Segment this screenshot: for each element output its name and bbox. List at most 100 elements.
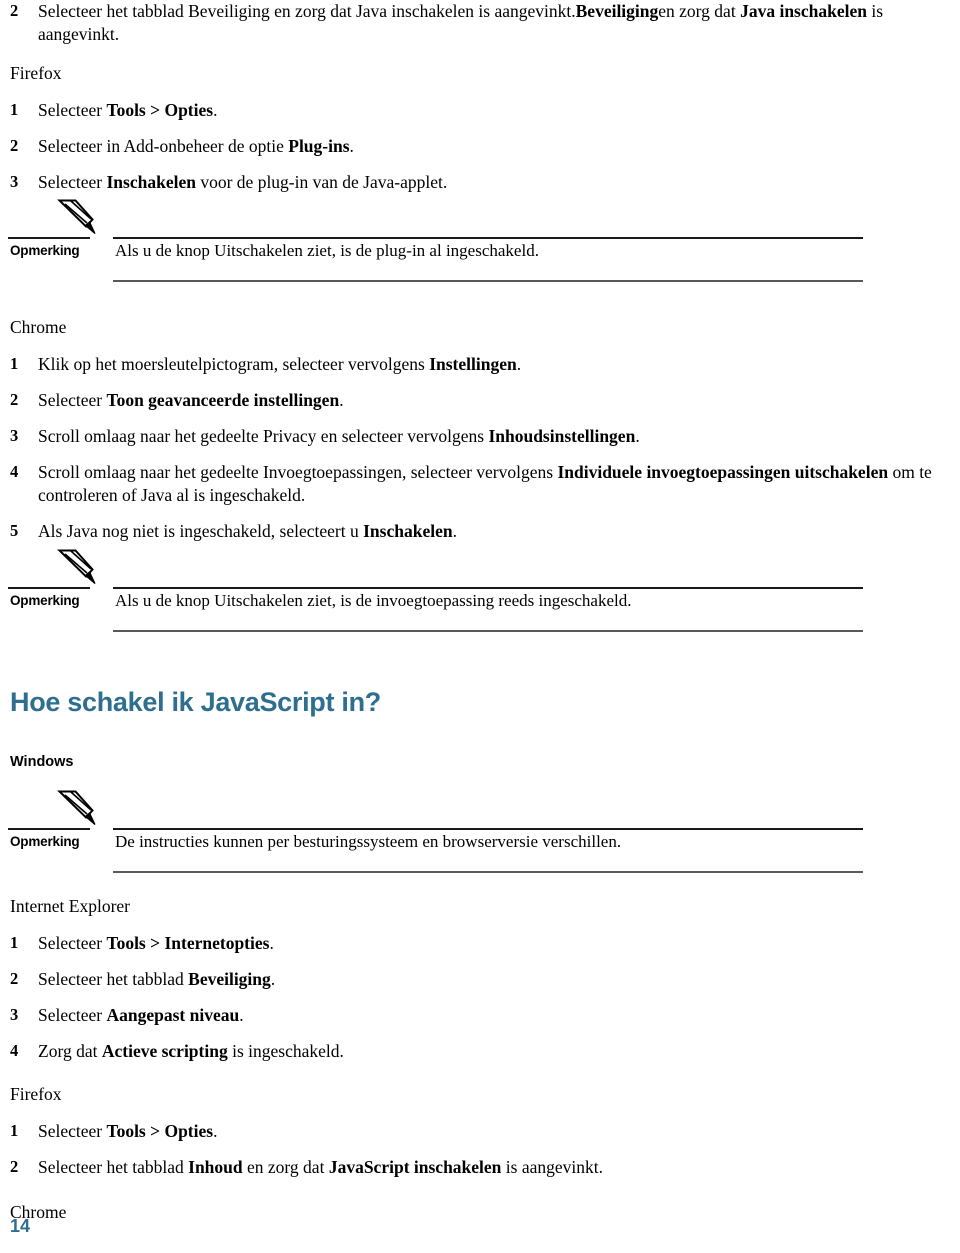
step-text-plain: Selecteer <box>38 99 107 120</box>
list-item: 3 Selecteer Inschakelen voor de plug-in … <box>8 171 950 194</box>
list-item: 1 Klik op het moersleutelpictogram, sele… <box>8 353 950 376</box>
step-text-bold: Tools > Opties <box>106 99 214 120</box>
note-label: Opmerking <box>10 243 80 259</box>
note-rule-bottom <box>113 280 863 283</box>
note-rule-bottom <box>113 629 863 632</box>
step-text-plain-2: . <box>213 99 218 120</box>
step-text-bold: Beveiliging <box>575 1 659 21</box>
step-text-plain-2: . <box>270 969 276 990</box>
list-item-number: 1 <box>10 933 19 953</box>
list-item-number: 1 <box>10 99 19 119</box>
step-text-bold: Aangepast niveau <box>106 1005 240 1026</box>
step-text-plain-2: . <box>452 521 457 542</box>
note-label-rule <box>8 828 90 831</box>
list-item-text: Selecteer het tabblad Beveiliging. <box>38 969 275 989</box>
note-rule-bottom <box>113 871 863 874</box>
list-item-text: Zorg dat Actieve scripting is ingeschake… <box>38 1041 344 1061</box>
list-item-text: Selecteer Tools > Opties. <box>38 100 217 120</box>
list-item-number: 2 <box>10 136 19 156</box>
step-text-plain-2: . <box>349 136 354 157</box>
step-text-bold: Instellingen <box>429 353 517 374</box>
step-text-plain-2: . <box>339 390 344 411</box>
step-text-plain: Selecteer <box>38 390 107 411</box>
step-text-plain: Selecteer <box>38 172 107 193</box>
list-item-text: Selecteer het tabblad Beveiliging en zor… <box>38 1 883 44</box>
list-item: 2 Selecteer in Add-onbeheer de optie Plu… <box>8 135 950 158</box>
browser-heading-firefox-js: Firefox <box>10 1084 62 1105</box>
note-text: Als u de knop Uitschakelen ziet, is de p… <box>115 241 539 261</box>
list-item-text: Selecteer Inschakelen voor de plug-in va… <box>38 172 447 192</box>
list-item-number: 2 <box>10 1 19 20</box>
list-item: 3 Selecteer Aangepast niveau. <box>8 1004 950 1027</box>
step-text-plain-2: is ingeschakeld. <box>227 1041 344 1062</box>
step-text-plain-2: voor de plug-in van de Java-applet. <box>195 172 448 193</box>
step-text-bold: Inschakelen <box>106 172 196 193</box>
list-item: 1 Selecteer Tools > Opties. <box>8 1120 950 1143</box>
pencil-icon <box>56 198 102 238</box>
note-label-rule <box>8 237 90 240</box>
step-text-plain: Selecteer in Add-onbeheer de optie <box>38 136 289 157</box>
list-item-text: Als Java nog niet is ingeschakeld, selec… <box>38 521 457 541</box>
list-item: 4 Zorg dat Actieve scripting is ingescha… <box>8 1040 950 1063</box>
list-item-text: Scroll omlaag naar het gedeelte Privacy … <box>38 426 640 446</box>
list-item: 2 Selecteer Toon geavanceerde instelling… <box>8 389 950 412</box>
list-item: 2 Selecteer het tabblad Beveiliging en z… <box>8 0 950 46</box>
list-item: 2 Selecteer het tabblad Beveiliging. <box>8 968 950 991</box>
list-item: 3 Scroll omlaag naar het gedeelte Privac… <box>8 425 950 448</box>
list-item-number: 2 <box>10 969 19 989</box>
step-text-bold: Tools > Opties <box>106 1121 214 1142</box>
step-text-bold: Individuele invoegtoepassingen uitschake… <box>557 462 889 483</box>
list-item-text: Selecteer Tools > Internetopties. <box>38 933 274 953</box>
step-text-plain-2: . <box>213 1121 218 1142</box>
list-item-text: Selecteer het tabblad Inhoud en zorg dat… <box>38 1157 603 1177</box>
step-text-plain-2: en zorg dat <box>242 1157 329 1178</box>
pencil-icon <box>56 548 102 588</box>
list-item-number: 3 <box>10 1005 19 1025</box>
list-item: 5 Als Java nog niet is ingeschakeld, sel… <box>8 520 950 543</box>
note-box: Opmerking Als u de knop Uitschakelen zie… <box>8 546 950 642</box>
step-text-plain: Selecteer het tabblad <box>38 969 189 990</box>
list-item-number: 2 <box>10 390 19 410</box>
list-item: 2 Selecteer het tabblad Inhoud en zorg d… <box>8 1156 950 1179</box>
browser-heading-chrome-js: Chrome <box>10 1202 67 1223</box>
step-text-plain-2: . <box>635 426 640 447</box>
browser-heading-firefox-java: Firefox <box>10 63 62 84</box>
pencil-icon <box>56 789 102 829</box>
note-text: De instructies kunnen per besturingssyst… <box>115 832 622 852</box>
document-page: 2 Selecteer het tabblad Beveiliging en z… <box>0 0 960 1253</box>
step-text-bold: Inhoudsinstellingen <box>488 426 636 447</box>
browser-heading-chrome-java: Chrome <box>10 317 67 338</box>
list-item-number: 1 <box>10 353 19 373</box>
list-item-number: 4 <box>10 1041 19 1061</box>
step-text-bold: Tools > Internetopties <box>106 933 270 954</box>
step-text-plain: Selecteer het tabblad Beveiliging en zor… <box>38 1 576 21</box>
page-title: Hoe schakel ik JavaScript in? <box>10 686 381 717</box>
list-item-number: 2 <box>10 1157 19 1177</box>
step-text-plain-2: . <box>269 933 274 954</box>
note-label-rule <box>8 586 90 589</box>
list-item-text: Selecteer Tools > Opties. <box>38 1121 217 1141</box>
step-text-plain-2: . <box>239 1005 244 1026</box>
list-item-number: 4 <box>10 462 19 482</box>
step-text-plain: Als Java nog niet is ingeschakeld, selec… <box>38 521 364 542</box>
list-item-number: 3 <box>10 426 19 446</box>
list-item-text: Klik op het moersleutelpictogram, select… <box>38 354 521 374</box>
step-text-plain-2: . <box>516 353 522 374</box>
step-text-plain: Selecteer <box>38 1005 107 1026</box>
step-text-plain: Scroll omlaag naar het gedeelte Invoegto… <box>38 462 558 483</box>
step-text-bold: Actieve scripting <box>101 1041 228 1062</box>
step-text-bold: Plug-ins <box>288 136 350 157</box>
list-item-number: 5 <box>10 521 19 541</box>
step-text-bold: Inhoud <box>188 1157 243 1178</box>
step-text-bold: Toon geavanceerde instellingen <box>106 390 340 411</box>
list-item-text: Selecteer Toon geavanceerde instellingen… <box>38 390 344 410</box>
os-heading-windows: Windows <box>10 753 74 770</box>
list-item: 1 Selecteer Tools > Opties. <box>8 99 950 122</box>
step-text-bold-2: Java inschakelen <box>740 1 867 21</box>
list-item-text: Selecteer in Add-onbeheer de optie Plug-… <box>38 136 354 156</box>
note-label: Opmerking <box>10 592 80 608</box>
list-item: 1 Selecteer Tools > Internetopties. <box>8 932 950 955</box>
page-number: 14 <box>10 1216 31 1236</box>
step-text-bold-2: JavaScript inschakelen <box>328 1157 502 1178</box>
note-box: Opmerking Als u de knop Uitschakelen zie… <box>8 196 950 292</box>
